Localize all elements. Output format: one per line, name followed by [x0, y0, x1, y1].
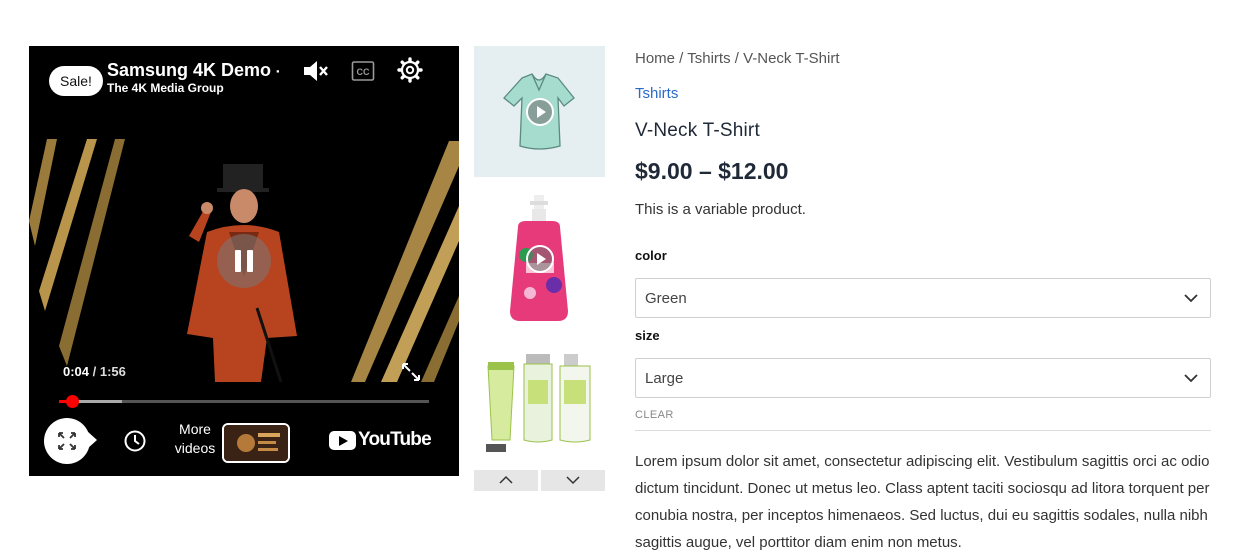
more-videos-label[interactable]: More videos: [174, 420, 216, 458]
video-channel[interactable]: The 4K Media Group: [107, 81, 224, 95]
scrubber-handle[interactable]: [65, 395, 79, 408]
more-videos-thumbnail[interactable]: [222, 423, 290, 463]
next-icon[interactable]: [87, 431, 99, 449]
svg-text:CC: CC: [357, 67, 370, 77]
expand-button[interactable]: [44, 418, 90, 464]
size-select[interactable]: Large: [635, 358, 1211, 398]
thumbnail-tshirt[interactable]: [474, 46, 605, 177]
breadcrumb[interactable]: Home / Tshirts / V-Neck T-Shirt: [635, 50, 840, 68]
size-label: size: [635, 328, 660, 343]
mute-icon[interactable]: [301, 58, 329, 84]
thumbnail-prev-button[interactable]: [474, 470, 538, 491]
pause-icon: [235, 250, 253, 272]
price-range: $9.00 – $12.00: [635, 158, 789, 184]
video-player[interactable]: Sale! Samsung 4K Demo - The 4K Media Gro…: [29, 46, 459, 476]
product-title: V-Neck T-Shirt: [635, 120, 760, 141]
color-select[interactable]: Green: [635, 278, 1211, 318]
color-label: color: [635, 248, 667, 263]
divider: [635, 430, 1211, 431]
play-icon: [525, 244, 554, 273]
short-description: This is a variable product.: [635, 201, 806, 218]
sale-badge: Sale!: [49, 66, 103, 96]
chevron-down-icon: [1184, 294, 1198, 303]
gear-icon[interactable]: [397, 57, 423, 83]
youtube-play-icon: [329, 430, 356, 450]
play-icon: [525, 97, 554, 126]
size-select-value: Large: [645, 370, 684, 387]
thumbnail-skincare-set[interactable]: [474, 344, 605, 475]
time-display: 0:04 / 1:56: [63, 364, 126, 380]
captions-icon[interactable]: CC: [351, 60, 375, 82]
expand-icon: [58, 432, 76, 450]
video-title[interactable]: Samsung 4K Demo -: [107, 58, 279, 82]
current-time: 0:04: [63, 364, 90, 379]
pause-button[interactable]: [217, 234, 271, 288]
duration: 1:56: [99, 364, 126, 379]
product-description: Lorem ipsum dolor sit amet, consectetur …: [635, 453, 1210, 551]
youtube-logo-text: YouTube: [358, 429, 432, 450]
category-link[interactable]: Tshirts: [635, 85, 678, 103]
chevron-down-icon: [566, 476, 580, 485]
thumbnail-hand-soap[interactable]: [474, 193, 605, 324]
clock-icon[interactable]: [123, 429, 147, 453]
time-separator: /: [89, 364, 100, 379]
thumbnail-next-button[interactable]: [541, 470, 605, 491]
color-select-value: Green: [645, 290, 687, 307]
progress-bar[interactable]: [59, 395, 429, 408]
clear-selection-link[interactable]: CLEAR: [635, 409, 674, 422]
youtube-logo[interactable]: YouTube: [329, 428, 432, 452]
skincare-image: [486, 354, 591, 452]
fullscreen-icon[interactable]: [399, 360, 423, 384]
chevron-up-icon: [499, 475, 513, 484]
chevron-down-icon: [1184, 374, 1198, 383]
